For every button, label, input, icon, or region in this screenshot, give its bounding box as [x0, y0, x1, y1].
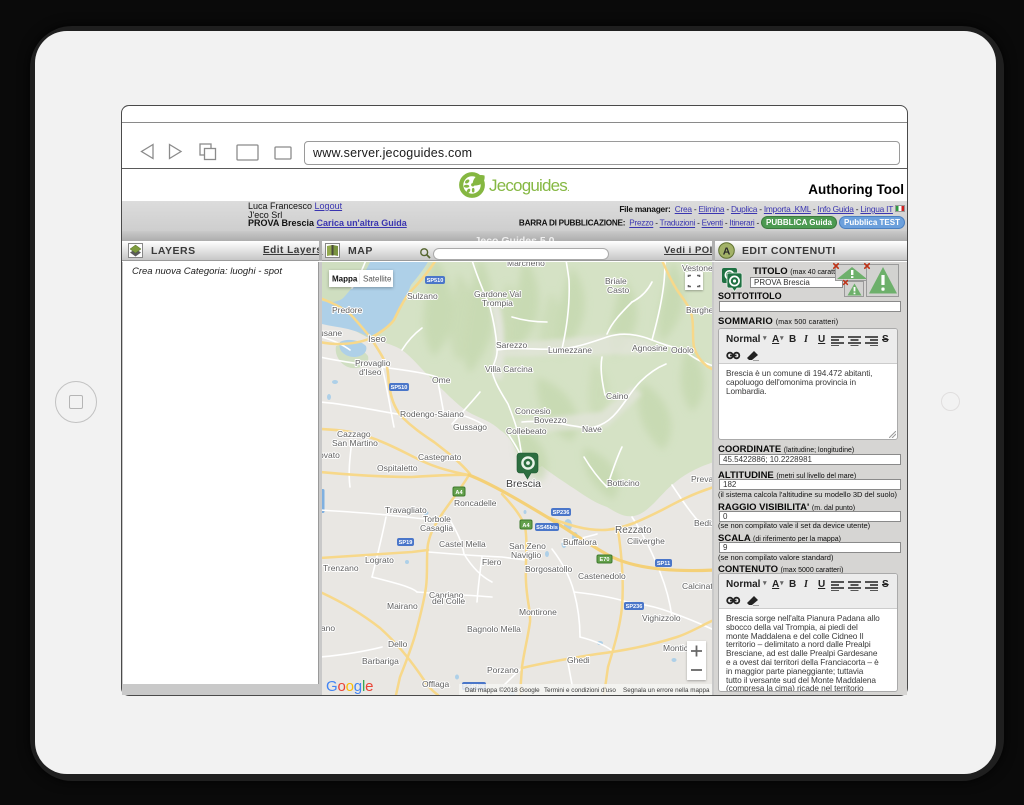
svg-text:Bovezzo: Bovezzo — [534, 415, 567, 425]
svg-text:Marcheno: Marcheno — [507, 262, 545, 268]
svg-text:Vighizzolo: Vighizzolo — [642, 613, 681, 623]
svg-text:Caino: Caino — [606, 391, 628, 401]
svg-text:Lograto: Lograto — [365, 555, 394, 565]
svg-text:Flero: Flero — [482, 557, 502, 567]
svg-text:Castegnato: Castegnato — [418, 452, 462, 462]
svg-text:Bagnolo Mella: Bagnolo Mella — [467, 624, 521, 634]
svg-text:Sulzano: Sulzano — [407, 291, 438, 301]
svg-text:Lumezzane: Lumezzane — [548, 345, 592, 355]
svg-text:d'Iseo: d'Iseo — [359, 367, 382, 377]
svg-text:SP510: SP510 — [391, 385, 408, 391]
svg-text:Casaglia: Casaglia — [420, 523, 453, 533]
svg-text:SP236: SP236 — [553, 510, 570, 516]
svg-text:Agnosine: Agnosine — [632, 343, 668, 353]
svg-text:Castel Mella: Castel Mella — [439, 539, 486, 549]
svg-text:Nave: Nave — [582, 424, 602, 434]
svg-text:Villa Carcina: Villa Carcina — [485, 364, 533, 374]
svg-text:Barghe: Barghe — [686, 305, 712, 315]
svg-text:Trompia: Trompia — [482, 298, 513, 308]
svg-text:Odolo: Odolo — [671, 345, 694, 355]
svg-text:Casto: Casto — [607, 285, 629, 295]
svg-text:Rodengo-Saiano: Rodengo-Saiano — [400, 409, 464, 419]
svg-text:Porzano: Porzano — [487, 665, 519, 675]
svg-text:Buffalora: Buffalora — [563, 537, 597, 547]
svg-text:Segnala un errore nella mappa: Segnala un errore nella mappa — [623, 687, 710, 694]
svg-text:SP11: SP11 — [657, 561, 670, 567]
svg-text:Montirone: Montirone — [519, 607, 557, 617]
svg-text:Rezzato: Rezzato — [615, 525, 652, 536]
svg-text:Botticino: Botticino — [607, 478, 640, 488]
svg-text:Borgosatollo: Borgosatollo — [525, 564, 573, 574]
svg-text:Gussago: Gussago — [453, 422, 487, 432]
svg-text:SP510: SP510 — [427, 278, 444, 284]
svg-text:Preval: Preval — [691, 474, 712, 484]
svg-text:Brescia: Brescia — [506, 478, 541, 490]
svg-text:Barbariga: Barbariga — [362, 656, 399, 666]
svg-text:Dello: Dello — [388, 639, 408, 649]
svg-text:A4: A4 — [455, 490, 463, 496]
svg-text:Sarezzo: Sarezzo — [496, 340, 527, 350]
svg-text:del Colle: del Colle — [432, 596, 465, 606]
svg-text:Offlaga: Offlaga — [422, 679, 450, 689]
svg-text:Ciliverghe: Ciliverghe — [627, 536, 665, 546]
svg-text:Calcinat: Calcinat — [682, 581, 712, 591]
svg-text:Iseo: Iseo — [368, 334, 386, 345]
svg-text:A4: A4 — [522, 523, 530, 529]
svg-text:Predore: Predore — [332, 305, 363, 315]
svg-text:Collebeato: Collebeato — [506, 426, 547, 436]
svg-text:Travagliato: Travagliato — [385, 505, 427, 515]
svg-text:Mappa: Mappa — [332, 275, 358, 284]
svg-text:Mairano: Mairano — [387, 601, 418, 611]
svg-text:Ghedi: Ghedi — [567, 655, 590, 665]
svg-text:SP19: SP19 — [399, 540, 413, 546]
svg-text:SP236: SP236 — [626, 604, 643, 610]
svg-text:A: A — [723, 246, 731, 258]
svg-text:SS45bis: SS45bis — [536, 525, 558, 531]
svg-text:Ome: Ome — [432, 375, 451, 385]
svg-text:Vestone: Vestone — [682, 263, 712, 273]
svg-text:Google: Google — [326, 678, 373, 695]
svg-text:Naviglio: Naviglio — [511, 550, 542, 560]
svg-text:San Martino: San Martino — [332, 438, 378, 448]
svg-text:iano: iano — [322, 623, 335, 633]
svg-text:E70: E70 — [600, 557, 610, 563]
svg-text:Dati mappa ©2018 Google: Dati mappa ©2018 Google — [465, 686, 540, 694]
svg-text:Castenedolo: Castenedolo — [578, 571, 626, 581]
svg-text:Trenzano: Trenzano — [323, 563, 359, 573]
svg-text:Roncadelle: Roncadelle — [454, 498, 497, 508]
svg-text:Bediz: Bediz — [694, 518, 712, 528]
svg-text:Satellite: Satellite — [363, 275, 392, 284]
svg-text:Termini e condizioni d'uso: Termini e condizioni d'uso — [544, 687, 616, 694]
svg-text:ovato: ovato — [322, 450, 340, 460]
svg-text:Ospitaletto: Ospitaletto — [377, 463, 418, 473]
svg-text:usane: usane — [322, 328, 342, 338]
